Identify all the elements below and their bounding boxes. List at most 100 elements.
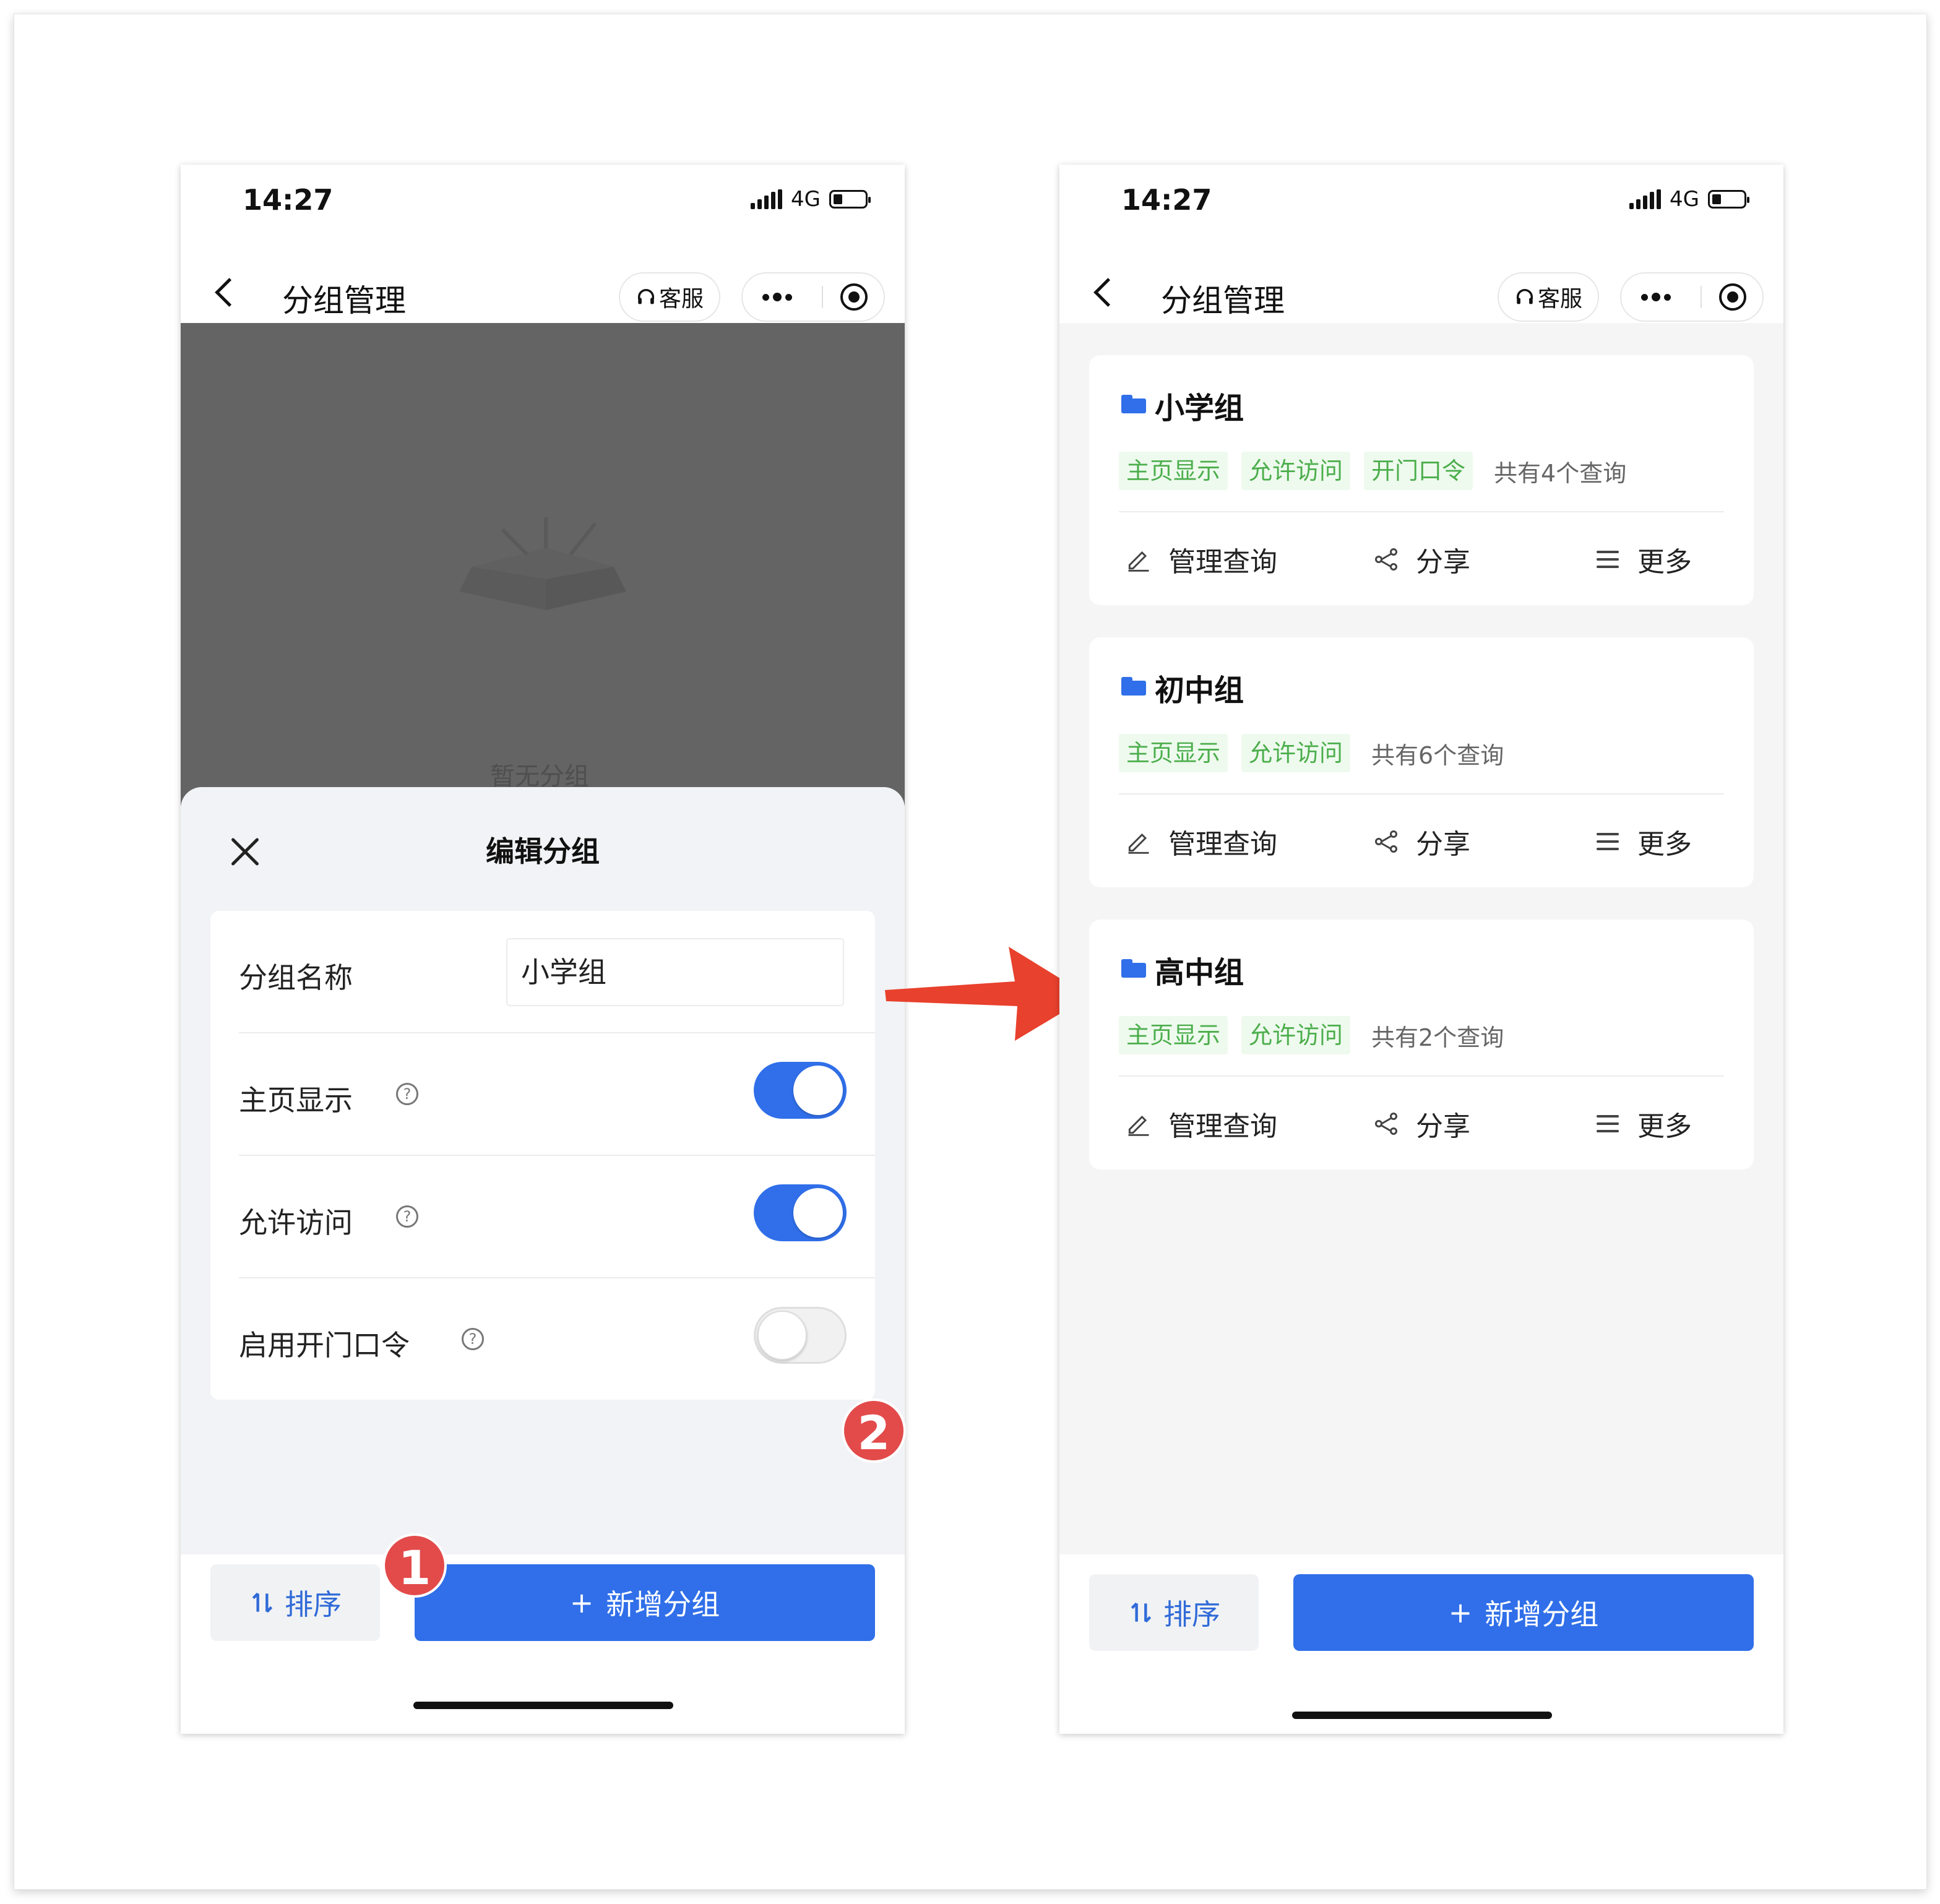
sort-icon	[252, 1592, 273, 1613]
close-target-icon[interactable]	[840, 283, 868, 311]
sheet-title: 编辑分组	[486, 835, 600, 868]
sort-icon	[1131, 1602, 1152, 1623]
tag-allow-access: 允许访问	[1241, 734, 1351, 772]
battery-icon	[829, 190, 871, 209]
add-group-label: 新增分组	[1485, 1598, 1599, 1631]
manage-queries-button[interactable]: 管理查询	[1125, 1099, 1277, 1148]
menu-icon	[1594, 546, 1621, 573]
folder-icon	[1121, 959, 1146, 978]
group-card: 初中组 主页显示 允许访问 共有6个查询 管理查询 分享 更多	[1089, 637, 1754, 887]
edit-pencil-icon	[1128, 551, 1149, 572]
tag-allow-access: 允许访问	[1241, 452, 1351, 490]
group-card: 高中组 主页显示 允许访问 共有2个查询 管理查询 分享 更多	[1089, 920, 1754, 1170]
more-dots-icon[interactable]	[762, 274, 792, 321]
signal-icon	[1629, 189, 1662, 209]
tag-allow-access: 允许访问	[1241, 1016, 1351, 1054]
plus-icon: +	[1448, 1596, 1473, 1629]
add-group-label: 新增分组	[606, 1588, 720, 1621]
manage-queries-button[interactable]: 管理查询	[1125, 817, 1277, 866]
sort-label: 排序	[285, 1588, 342, 1621]
phone-screen-group-list: 14:27 4G 分组管理 客服 小学组 主页显示 允许访问 开门口令 共有4个…	[1059, 165, 1783, 1734]
manage-queries-label: 管理查询	[1168, 1111, 1277, 1142]
folder-icon	[1121, 677, 1146, 696]
door-password-toggle[interactable]	[754, 1307, 847, 1364]
nav-bar: 分组管理 客服	[181, 251, 905, 325]
share-label: 分享	[1416, 1111, 1470, 1142]
more-button[interactable]: 更多	[1594, 1099, 1692, 1148]
manage-queries-label: 管理查询	[1168, 829, 1277, 860]
sort-button[interactable]: 排序	[1089, 1574, 1259, 1651]
group-card: 小学组 主页显示 允许访问 开门口令 共有4个查询 管理查询 分享 更多	[1089, 355, 1754, 605]
home-indicator	[1292, 1712, 1552, 1719]
allow-access-toggle[interactable]	[754, 1184, 847, 1241]
group-name-input[interactable]: 小学组	[506, 938, 844, 1006]
share-button[interactable]: 分享	[1373, 535, 1470, 584]
group-name: 初中组	[1155, 673, 1244, 708]
tag-door-password: 开门口令	[1364, 452, 1473, 490]
mini-program-capsule	[741, 272, 885, 322]
customer-service-button[interactable]: 客服	[619, 272, 720, 322]
manage-queries-label: 管理查询	[1168, 546, 1277, 578]
more-button[interactable]: 更多	[1594, 817, 1692, 866]
help-icon[interactable]: ?	[396, 1205, 418, 1228]
plus-icon: +	[569, 1586, 594, 1619]
status-time: 14:27	[243, 183, 334, 217]
share-button[interactable]: 分享	[1373, 817, 1470, 866]
headset-icon	[637, 289, 655, 304]
more-label: 更多	[1637, 546, 1692, 578]
sort-label: 排序	[1163, 1598, 1220, 1631]
network-type: 4G	[1670, 187, 1699, 212]
battery-icon	[1708, 190, 1749, 209]
share-icon	[1373, 1110, 1400, 1137]
homepage-display-label: 主页显示	[239, 1083, 353, 1117]
add-group-button[interactable]: + 新增分组	[415, 1564, 875, 1641]
transition-arrow-icon	[885, 947, 1089, 1041]
back-icon[interactable]	[1093, 278, 1123, 307]
step-badge-2: 2	[842, 1398, 906, 1463]
status-icons: 4G	[1629, 187, 1749, 212]
more-button[interactable]: 更多	[1594, 535, 1692, 584]
edit-pencil-icon	[1128, 1115, 1149, 1136]
share-icon	[1373, 828, 1400, 855]
customer-service-label: 客服	[1537, 286, 1582, 312]
folder-icon	[1121, 395, 1146, 413]
query-count: 共有2个查询	[1371, 1023, 1504, 1051]
more-dots-icon[interactable]	[1641, 274, 1671, 321]
edit-form: 分组名称 小学组 主页显示 ? 允许访问 ? 启用开门口令 ?	[210, 911, 875, 1400]
group-name-label: 分组名称	[239, 961, 353, 994]
phone-screen-edit-group: 14:27 4G 分组管理 客服 暂无分组 编辑分组 分组名称 小学组 主页显示…	[181, 165, 905, 1734]
help-icon[interactable]: ?	[462, 1328, 484, 1350]
tag-homepage-display: 主页显示	[1119, 734, 1228, 772]
group-name: 高中组	[1155, 955, 1244, 990]
status-time: 14:27	[1121, 183, 1212, 217]
more-label: 更多	[1637, 1111, 1692, 1142]
add-group-button[interactable]: + 新增分组	[1293, 1574, 1754, 1651]
close-target-icon[interactable]	[1719, 283, 1746, 311]
tag-homepage-display: 主页显示	[1119, 1016, 1228, 1054]
nav-bar: 分组管理 客服	[1059, 251, 1783, 325]
menu-icon	[1594, 828, 1621, 855]
sort-button[interactable]: 排序	[210, 1564, 380, 1641]
manage-queries-button[interactable]: 管理查询	[1125, 535, 1277, 584]
help-icon[interactable]: ?	[396, 1083, 418, 1105]
headset-icon	[1516, 289, 1533, 304]
signal-icon	[751, 189, 783, 209]
edit-group-sheet: 编辑分组 分组名称 小学组 主页显示 ? 允许访问 ? 启用开门口令 ? 确认	[181, 787, 905, 1673]
query-count: 共有4个查询	[1494, 459, 1627, 487]
edit-pencil-icon	[1128, 833, 1149, 854]
customer-service-label: 客服	[658, 286, 704, 312]
empty-box-icon	[459, 517, 626, 610]
door-password-label: 启用开门口令	[239, 1329, 410, 1362]
share-label: 分享	[1416, 829, 1470, 860]
share-button[interactable]: 分享	[1373, 1099, 1470, 1148]
group-list: 小学组 主页显示 允许访问 开门口令 共有4个查询 管理查询 分享 更多 初中组…	[1059, 323, 1783, 1554]
share-icon	[1373, 546, 1400, 573]
customer-service-button[interactable]: 客服	[1498, 272, 1599, 322]
network-type: 4G	[791, 187, 821, 212]
page-title: 分组管理	[1161, 283, 1285, 319]
home-indicator	[413, 1702, 673, 1709]
menu-icon	[1594, 1110, 1621, 1137]
homepage-display-toggle[interactable]	[754, 1062, 847, 1119]
query-count: 共有6个查询	[1371, 741, 1504, 769]
back-icon[interactable]	[215, 278, 244, 307]
